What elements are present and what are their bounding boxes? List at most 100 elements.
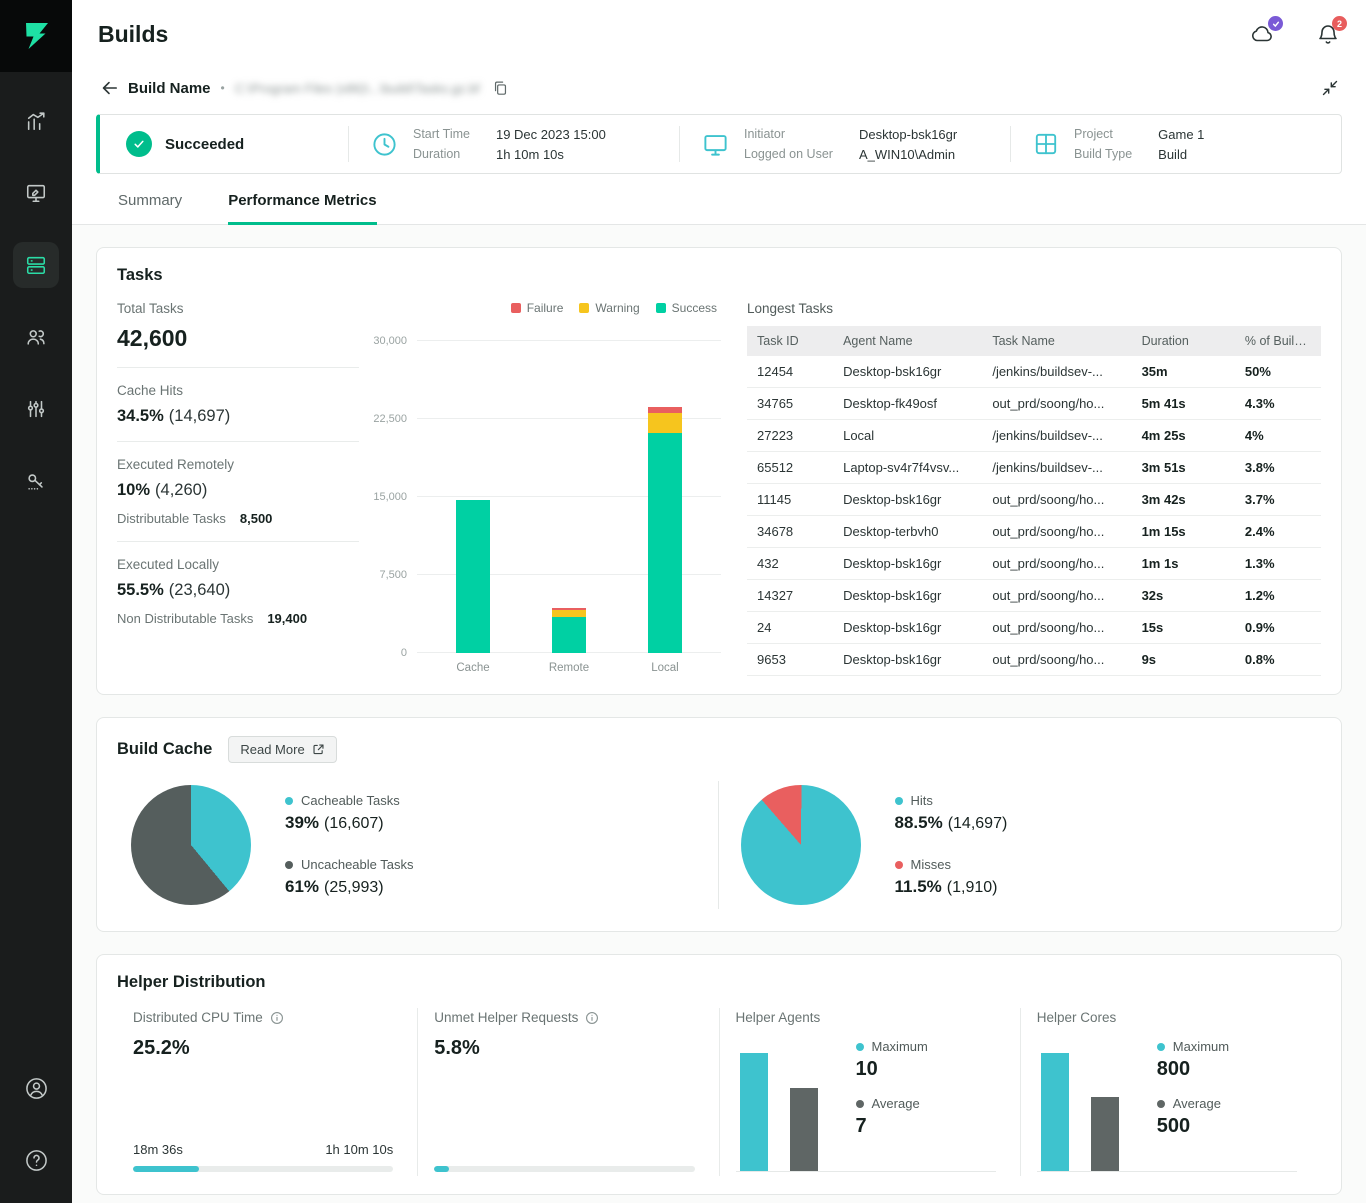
cpu-time-range: 18m 36s 1h 10m 10s [133,1142,393,1157]
info-icon[interactable] [585,1011,599,1025]
bar-cache [425,341,521,653]
clock-icon [371,131,398,158]
total-tasks-label: Total Tasks [117,301,359,316]
sidebar-item-license[interactable] [13,458,59,504]
table-row[interactable]: 11145Desktop-bsk16grout_prd/soong/ho...3… [747,484,1321,516]
notifications-count-badge: 2 [1332,16,1347,31]
cores-avg-value: 500 [1157,1115,1229,1138]
builds-page: Builds 2 [0,0,1366,1203]
sidebar-item-builds[interactable] [13,242,59,288]
info-icon[interactable] [270,1011,284,1025]
external-link-icon [312,743,325,756]
table-row[interactable]: 24Desktop-bsk16grout_prd/soong/ho...15s0… [747,612,1321,644]
hits-dot [895,797,903,805]
cache-hits-pie-chart [741,785,861,905]
table-cell: /jenkins/buildsev-... [982,420,1131,452]
read-more-button[interactable]: Read More [228,736,336,763]
unmet-requests-label: Unmet Helper Requests [434,1010,578,1025]
table-cell: 2.4% [1235,516,1321,548]
table-row[interactable]: 12454Desktop-bsk16gr/jenkins/buildsev-..… [747,356,1321,388]
hits-legend-item: Hits 88.5%(14,697) [895,793,1008,833]
table-row[interactable]: 27223Local/jenkins/buildsev-...4m 25s4% [747,420,1321,452]
helper-cores-label: Helper Cores [1037,1010,1117,1025]
table-row[interactable]: 14327Desktop-bsk16grout_prd/soong/ho...3… [747,580,1321,612]
cores-avg-legend: Average 500 [1157,1096,1229,1138]
unmet-requests-progress-bar [434,1166,694,1172]
cache-hits-section: Hits 88.5%(14,697) Misses 11.5%(1,910) [725,777,1322,913]
table-cell: 1m 1s [1132,548,1235,580]
col-pct-of-build[interactable]: % of Build... [1235,326,1321,356]
col-task-name[interactable]: Task Name [982,326,1131,356]
table-cell: Desktop-bsk16gr [833,356,982,388]
cache-hits-value: 34.5%(14,697) [117,407,359,426]
notifications-button[interactable]: 2 [1316,22,1340,46]
sidebar-help-button[interactable] [13,1137,59,1183]
tasks-card-title: Tasks [117,266,1321,285]
y-tick: 7,500 [379,569,407,581]
time-info-group: Start Time 19 Dec 2023 15:00 Duration 1h… [349,127,679,162]
table-cell: 50% [1235,356,1321,388]
bar-remote [521,341,617,653]
col-agent-name[interactable]: Agent Name [833,326,982,356]
collapse-button[interactable] [1322,80,1338,96]
tab-summary[interactable]: Summary [118,192,182,225]
agents-max-legend: Maximum 10 [856,1039,928,1081]
legend-warning: Warning [579,301,639,315]
warning-swatch [579,303,589,313]
executed-locally-label: Executed Locally [117,557,359,572]
table-cell: 4m 25s [1132,420,1235,452]
table-row[interactable]: 65512Laptop-sv4r7f4vsv.../jenkins/builds… [747,452,1321,484]
y-tick: 15,000 [373,491,407,503]
table-cell: 24 [747,612,833,644]
sidebar-item-build-monitor[interactable] [13,170,59,216]
sidebar-item-users[interactable] [13,314,59,360]
tab-bar: Summary Performance Metrics [72,174,1366,225]
top-bar: Builds 2 [72,0,1366,68]
cloud-status-button[interactable] [1248,22,1276,46]
table-cell: out_prd/soong/ho... [982,484,1131,516]
table-row[interactable]: 432Desktop-bsk16grout_prd/soong/ho...1m … [747,548,1321,580]
divider [718,781,719,909]
table-row[interactable]: 9653Desktop-bsk16grout_prd/soong/ho...9s… [747,644,1321,676]
cores-max-bar [1041,1053,1069,1171]
helper-distribution-card: Helper Distribution Distributed CPU Time… [96,954,1342,1195]
agents-max-value: 10 [856,1058,928,1081]
project-info-group: Project Game 1 Build Type Build [1011,127,1341,162]
collapse-icon [1322,80,1338,96]
table-cell: Desktop-bsk16gr [833,580,982,612]
table-cell: 0.8% [1235,644,1321,676]
copy-button[interactable] [492,80,509,97]
sidebar-user-avatar[interactable] [13,1065,59,1111]
build-type-label: Build Type [1074,147,1132,162]
success-check-icon [126,131,152,157]
table-header-row: Task ID Agent Name Task Name Duration % … [747,326,1321,356]
table-row[interactable]: 34765Desktop-fk49osfout_prd/soong/ho...5… [747,388,1321,420]
sidebar-item-settings[interactable] [13,386,59,432]
y-axis: 30,000 22,500 15,000 7,500 0 [369,341,417,653]
col-duration[interactable]: Duration [1132,326,1235,356]
table-row[interactable]: 34678Desktop-terbvh0out_prd/soong/ho...1… [747,516,1321,548]
misses-legend-item: Misses 11.5%(1,910) [895,857,1008,897]
back-button[interactable] [100,79,118,97]
table-cell: out_prd/soong/ho... [982,580,1131,612]
uncacheable-dot [285,861,293,869]
cores-avg-bar [1091,1097,1119,1171]
avg-dot [856,1100,864,1108]
longest-tasks-table: Task ID Agent Name Task Name Duration % … [747,326,1321,676]
app-logo[interactable] [0,0,72,72]
col-task-id[interactable]: Task ID [747,326,833,356]
check-icon [1272,20,1280,28]
breadcrumb: Build Name • C:\Program Files (x86)\...\… [72,68,1366,108]
longest-tasks-title: Longest Tasks [747,301,1321,316]
max-dot [856,1043,864,1051]
table-cell: 34678 [747,516,833,548]
initiator-value: Desktop-bsk16gr [859,127,957,142]
tab-performance-metrics[interactable]: Performance Metrics [228,192,376,225]
divider [117,541,359,542]
build-status-banner: Succeeded Start Time 19 Dec 2023 15:00 D… [96,114,1342,174]
duration-value: 1h 10m 10s [496,147,606,162]
initiator-info-group: Initiator Desktop-bsk16gr Logged on User… [680,127,1010,162]
bar-segment-warning [648,413,682,432]
sidebar-item-analytics[interactable] [13,98,59,144]
helper-agents-chart: Maximum 10 Average 7 [736,1039,996,1172]
